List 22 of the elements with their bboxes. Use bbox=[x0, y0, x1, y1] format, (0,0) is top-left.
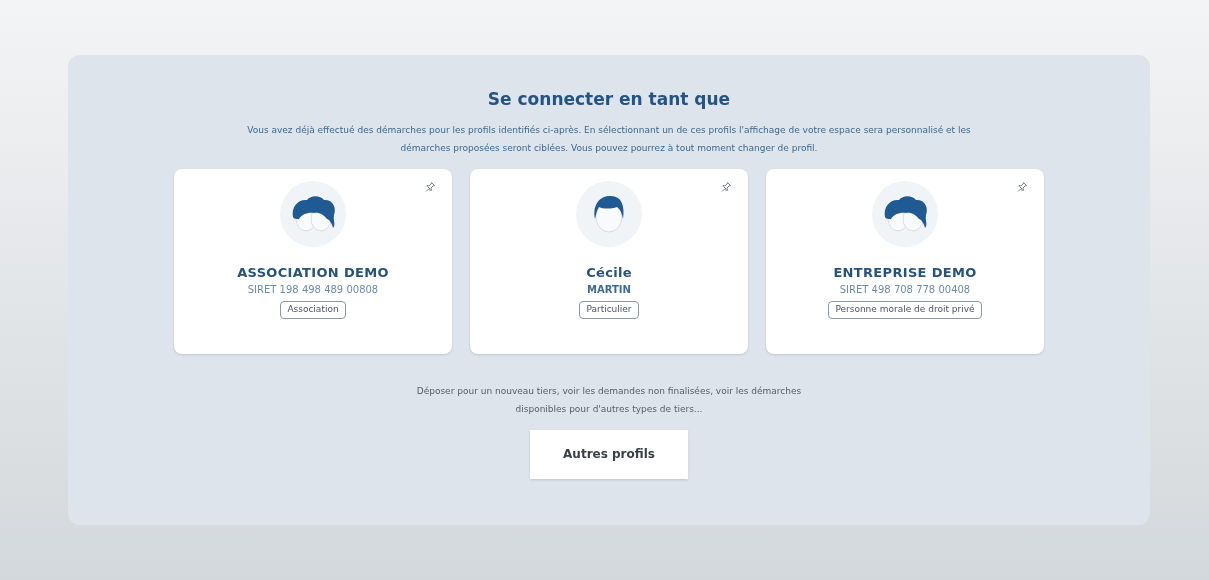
profile-card[interactable]: ENTREPRISE DEMO SIRET 498 708 778 00408 Personne morale de droit privé bbox=[766, 168, 1044, 354]
intro-text: Vous avez déjà effectué des démarches pour les profils identifiés ci-après. En sélectionnant un de ces profils l'affichage de votre espace sera personnalisé et les démarches proposées seront ciblées. Vous pouvez pourrez à tout moment changer de profil. bbox=[246, 123, 972, 155]
profile-name: Cécile bbox=[586, 263, 632, 282]
profile-type-tag: Personne morale de droit privé bbox=[828, 301, 982, 319]
profile-type-tag: Association bbox=[280, 301, 346, 319]
profile-type-tag: Particulier bbox=[579, 301, 639, 319]
two-people-avatar-icon bbox=[280, 180, 346, 247]
profile-card[interactable]: Cécile MARTIN Particulier bbox=[470, 168, 748, 354]
other-profiles-text: Déposer pour un nouveau tiers, voir les demandes non finalisées, voir les démarches disponibles pour d'autres types de tiers... bbox=[415, 384, 803, 416]
other-profiles-button[interactable]: Autres profils bbox=[530, 429, 688, 479]
profile-card[interactable]: ASSOCIATION DEMO SIRET 198 498 489 00808 Association bbox=[174, 168, 452, 354]
pin-icon[interactable] bbox=[720, 180, 732, 193]
person-avatar-icon bbox=[576, 180, 642, 247]
profile-name: ENTREPRISE DEMO bbox=[833, 263, 977, 282]
panel-title: Se connecter en tant que bbox=[487, 88, 731, 111]
two-people-avatar-icon bbox=[872, 180, 938, 247]
profile-detail: SIRET 198 498 489 00808 bbox=[247, 283, 379, 297]
pin-icon[interactable] bbox=[1016, 180, 1028, 193]
pin-icon[interactable] bbox=[424, 180, 436, 193]
profile-name: ASSOCIATION DEMO bbox=[237, 263, 389, 282]
profile-detail: SIRET 498 708 778 00408 bbox=[839, 283, 971, 297]
profile-detail: MARTIN bbox=[587, 283, 631, 297]
